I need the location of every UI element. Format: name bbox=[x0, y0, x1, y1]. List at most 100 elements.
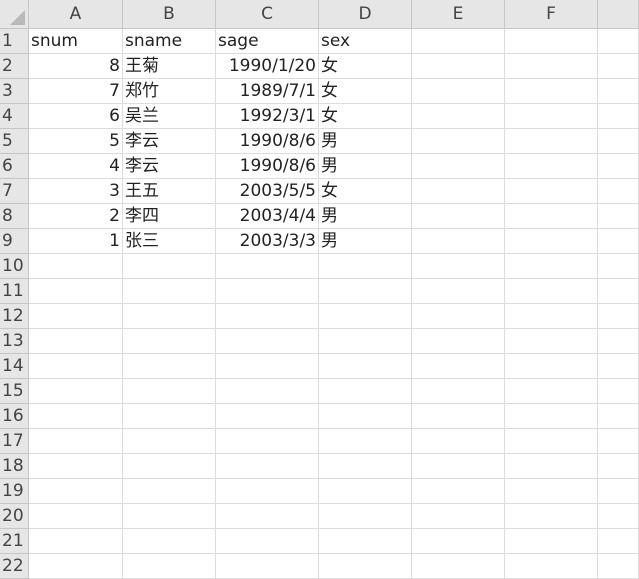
cell-a10[interactable] bbox=[29, 254, 123, 279]
row-header-14[interactable]: 14 bbox=[0, 354, 29, 379]
cell-g1[interactable] bbox=[598, 29, 639, 54]
cell-a2[interactable]: 8 bbox=[29, 54, 123, 79]
cell-g3[interactable] bbox=[598, 79, 639, 104]
cell-c14[interactable] bbox=[216, 354, 319, 379]
row-header-8[interactable]: 8 bbox=[0, 204, 29, 229]
row-header-21[interactable]: 21 bbox=[0, 529, 29, 554]
cell-b18[interactable] bbox=[123, 454, 216, 479]
row-header-3[interactable]: 3 bbox=[0, 79, 29, 104]
cell-e19[interactable] bbox=[412, 479, 505, 504]
cell-b3[interactable]: 郑竹 bbox=[123, 79, 216, 104]
cell-e2[interactable] bbox=[412, 54, 505, 79]
cell-a1[interactable]: snum bbox=[29, 29, 123, 54]
cell-f1[interactable] bbox=[505, 29, 598, 54]
cell-a19[interactable] bbox=[29, 479, 123, 504]
cell-d13[interactable] bbox=[319, 329, 412, 354]
cell-g12[interactable] bbox=[598, 304, 639, 329]
cell-d11[interactable] bbox=[319, 279, 412, 304]
cell-b2[interactable]: 王菊 bbox=[123, 54, 216, 79]
cell-a5[interactable]: 5 bbox=[29, 129, 123, 154]
cell-f19[interactable] bbox=[505, 479, 598, 504]
cell-a4[interactable]: 6 bbox=[29, 104, 123, 129]
row-header-15[interactable]: 15 bbox=[0, 379, 29, 404]
cell-d21[interactable] bbox=[319, 529, 412, 554]
cell-g14[interactable] bbox=[598, 354, 639, 379]
cell-g10[interactable] bbox=[598, 254, 639, 279]
row-header-20[interactable]: 20 bbox=[0, 504, 29, 529]
cell-c9[interactable]: 2003/3/3 bbox=[216, 229, 319, 254]
cell-g5[interactable] bbox=[598, 129, 639, 154]
column-header-a[interactable]: A bbox=[29, 0, 123, 29]
cell-f16[interactable] bbox=[505, 404, 598, 429]
cell-d12[interactable] bbox=[319, 304, 412, 329]
column-header-b[interactable]: B bbox=[123, 0, 216, 29]
row-header-2[interactable]: 2 bbox=[0, 54, 29, 79]
cell-d22[interactable] bbox=[319, 554, 412, 579]
cell-c1[interactable]: sage bbox=[216, 29, 319, 54]
cell-b15[interactable] bbox=[123, 379, 216, 404]
cell-g13[interactable] bbox=[598, 329, 639, 354]
cell-e4[interactable] bbox=[412, 104, 505, 129]
cell-a20[interactable] bbox=[29, 504, 123, 529]
cell-b10[interactable] bbox=[123, 254, 216, 279]
cell-d19[interactable] bbox=[319, 479, 412, 504]
row-header-5[interactable]: 5 bbox=[0, 129, 29, 154]
cell-c8[interactable]: 2003/4/4 bbox=[216, 204, 319, 229]
cell-a22[interactable] bbox=[29, 554, 123, 579]
cell-d7[interactable]: 女 bbox=[319, 179, 412, 204]
cell-c5[interactable]: 1990/8/6 bbox=[216, 129, 319, 154]
cell-a17[interactable] bbox=[29, 429, 123, 454]
cell-f14[interactable] bbox=[505, 354, 598, 379]
cell-a16[interactable] bbox=[29, 404, 123, 429]
cell-e1[interactable] bbox=[412, 29, 505, 54]
cell-g16[interactable] bbox=[598, 404, 639, 429]
cell-d8[interactable]: 男 bbox=[319, 204, 412, 229]
row-header-6[interactable]: 6 bbox=[0, 154, 29, 179]
cell-e6[interactable] bbox=[412, 154, 505, 179]
row-header-18[interactable]: 18 bbox=[0, 454, 29, 479]
cell-b11[interactable] bbox=[123, 279, 216, 304]
row-header-4[interactable]: 4 bbox=[0, 104, 29, 129]
cell-g21[interactable] bbox=[598, 529, 639, 554]
cell-b22[interactable] bbox=[123, 554, 216, 579]
cell-c7[interactable]: 2003/5/5 bbox=[216, 179, 319, 204]
cell-f20[interactable] bbox=[505, 504, 598, 529]
cell-a6[interactable]: 4 bbox=[29, 154, 123, 179]
cell-d4[interactable]: 女 bbox=[319, 104, 412, 129]
cell-g11[interactable] bbox=[598, 279, 639, 304]
cell-f18[interactable] bbox=[505, 454, 598, 479]
cell-g9[interactable] bbox=[598, 229, 639, 254]
cell-b20[interactable] bbox=[123, 504, 216, 529]
cell-f5[interactable] bbox=[505, 129, 598, 154]
cell-f21[interactable] bbox=[505, 529, 598, 554]
cell-b8[interactable]: 李四 bbox=[123, 204, 216, 229]
cell-f22[interactable] bbox=[505, 554, 598, 579]
cell-e11[interactable] bbox=[412, 279, 505, 304]
column-header-d[interactable]: D bbox=[319, 0, 412, 29]
cell-g18[interactable] bbox=[598, 454, 639, 479]
cell-f11[interactable] bbox=[505, 279, 598, 304]
cell-b14[interactable] bbox=[123, 354, 216, 379]
cell-e22[interactable] bbox=[412, 554, 505, 579]
cell-b17[interactable] bbox=[123, 429, 216, 454]
row-header-19[interactable]: 19 bbox=[0, 479, 29, 504]
cell-g2[interactable] bbox=[598, 54, 639, 79]
cell-a13[interactable] bbox=[29, 329, 123, 354]
cell-b7[interactable]: 王五 bbox=[123, 179, 216, 204]
cell-d14[interactable] bbox=[319, 354, 412, 379]
cell-e18[interactable] bbox=[412, 454, 505, 479]
cell-b1[interactable]: sname bbox=[123, 29, 216, 54]
cell-b21[interactable] bbox=[123, 529, 216, 554]
cell-b13[interactable] bbox=[123, 329, 216, 354]
cell-e20[interactable] bbox=[412, 504, 505, 529]
cell-g22[interactable] bbox=[598, 554, 639, 579]
cell-g19[interactable] bbox=[598, 479, 639, 504]
cell-e5[interactable] bbox=[412, 129, 505, 154]
cell-f4[interactable] bbox=[505, 104, 598, 129]
cell-e14[interactable] bbox=[412, 354, 505, 379]
cell-g8[interactable] bbox=[598, 204, 639, 229]
cell-e12[interactable] bbox=[412, 304, 505, 329]
row-header-11[interactable]: 11 bbox=[0, 279, 29, 304]
cell-f8[interactable] bbox=[505, 204, 598, 229]
row-header-16[interactable]: 16 bbox=[0, 404, 29, 429]
